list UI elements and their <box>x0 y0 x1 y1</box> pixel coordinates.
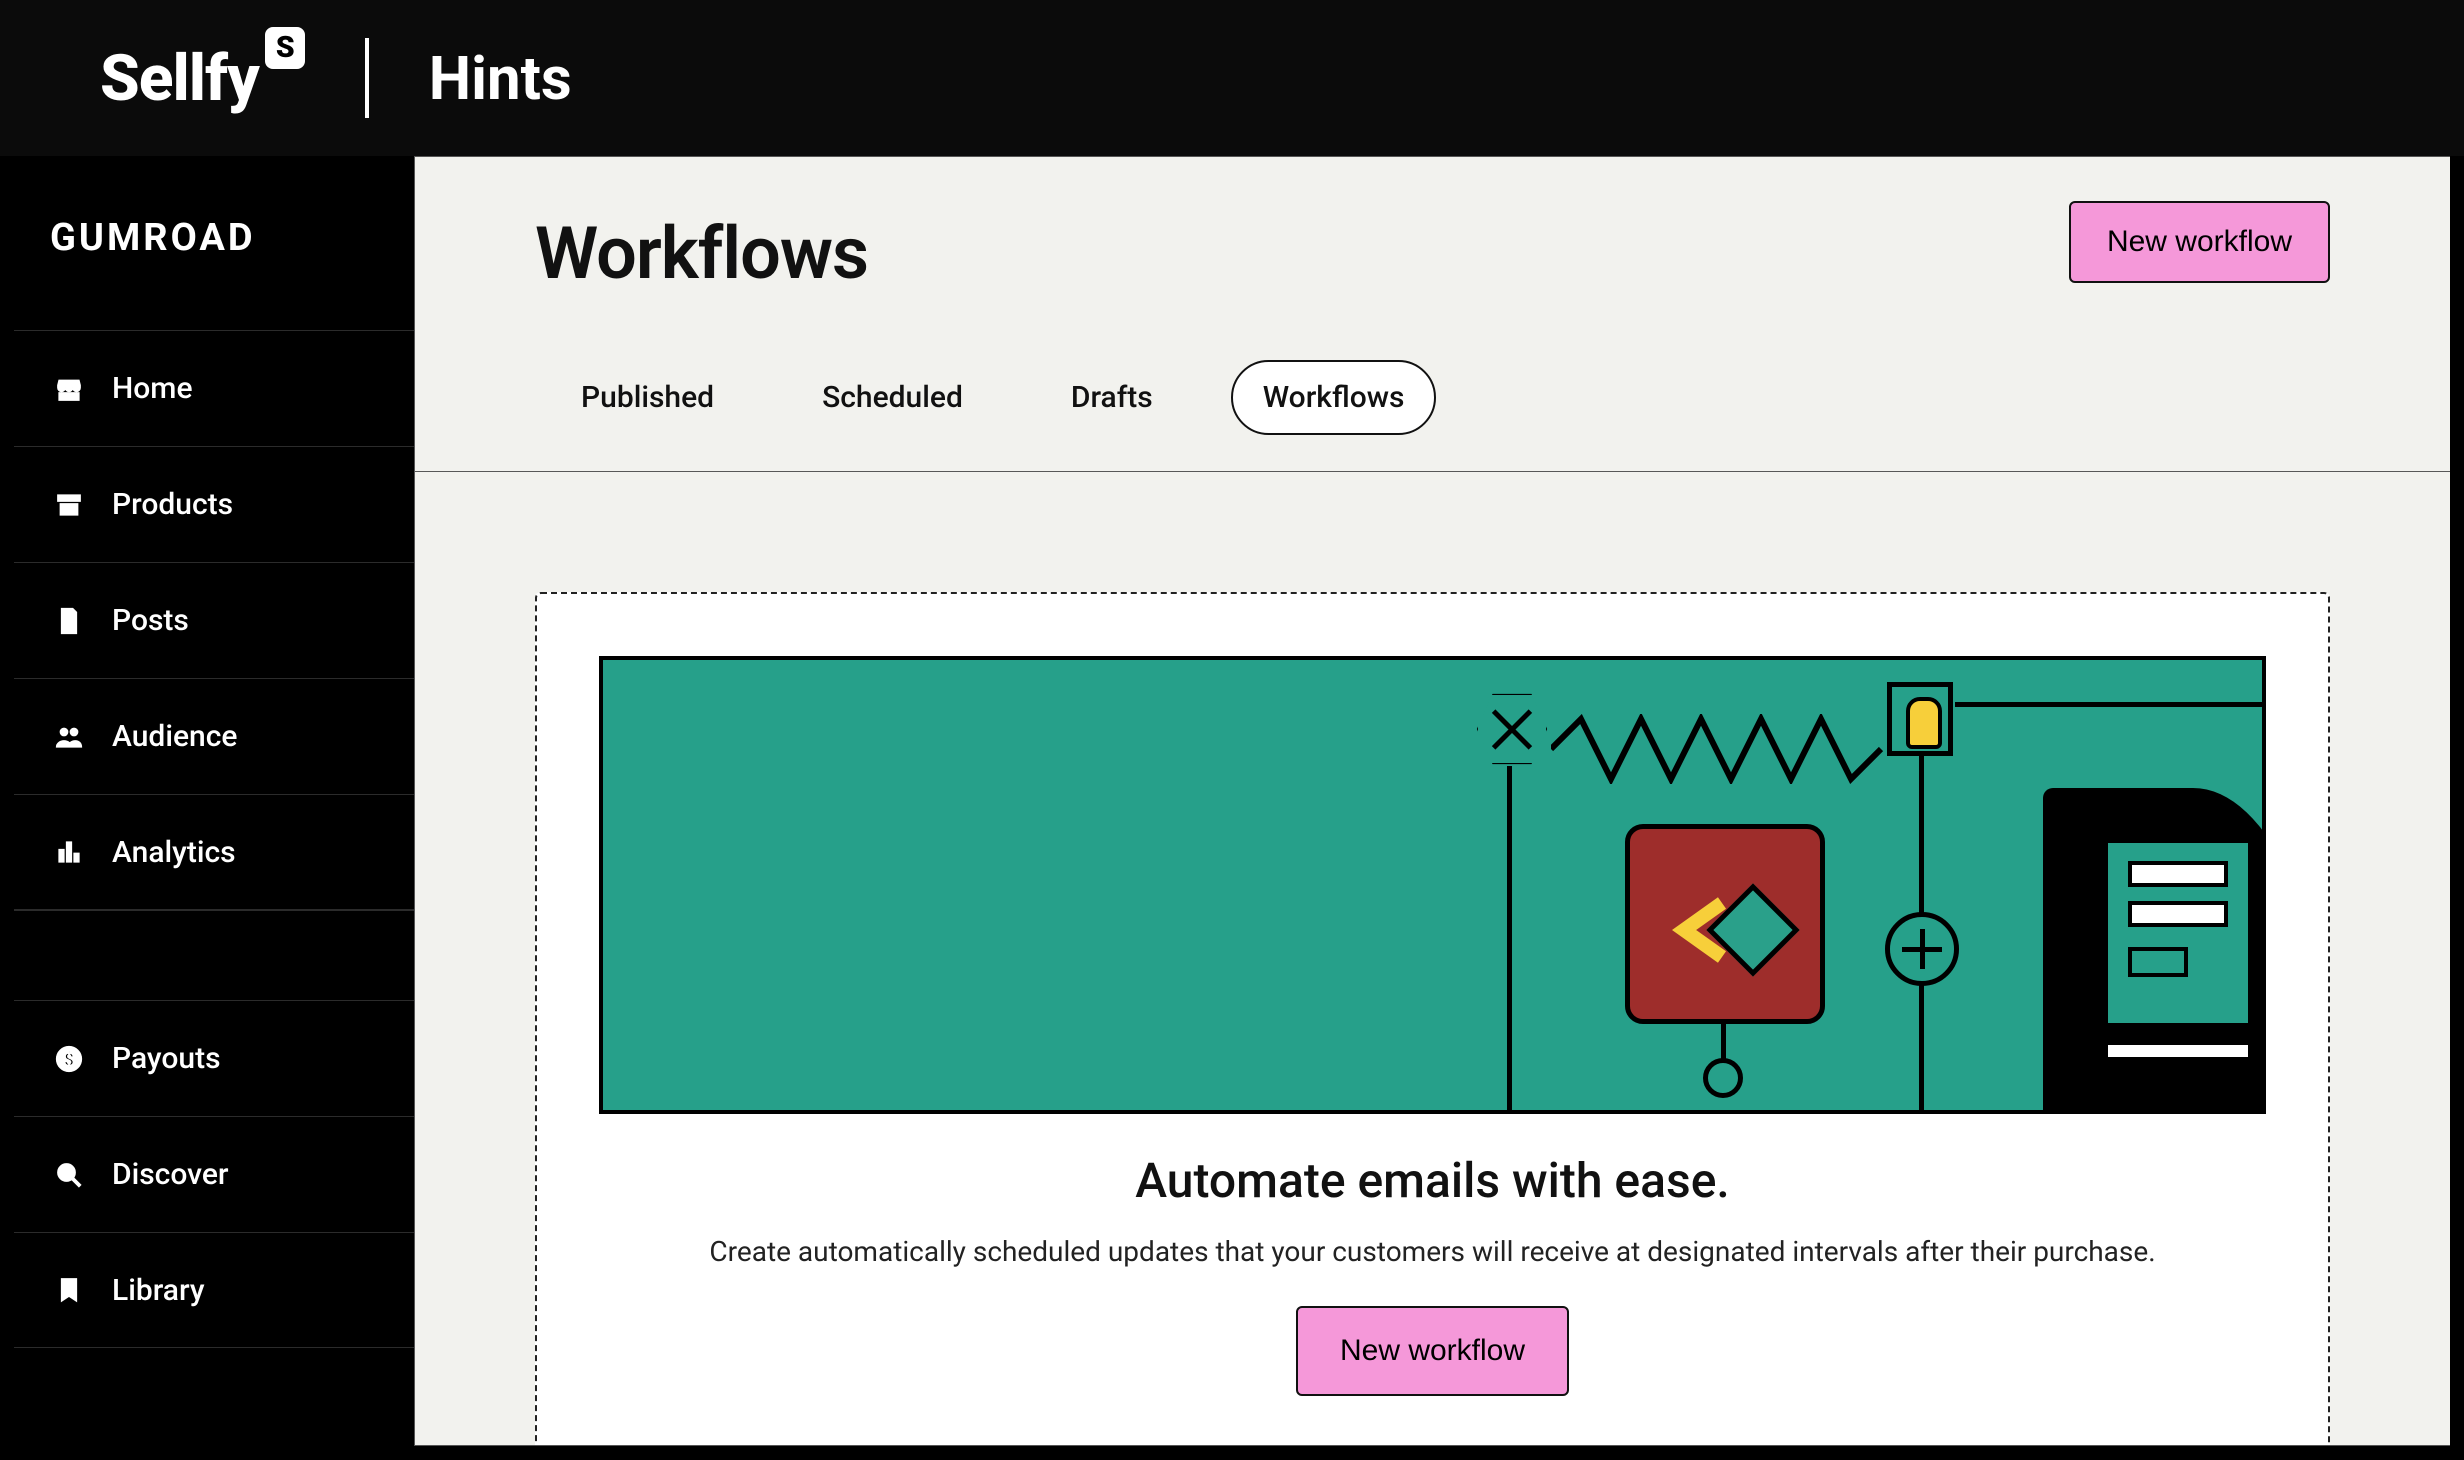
empty-state-card: Automate emails with ease. Create automa… <box>535 592 2330 1446</box>
content-area: Automate emails with ease. Create automa… <box>415 472 2450 1446</box>
empty-state-new-workflow-button[interactable]: New workflow <box>1296 1306 1569 1396</box>
sidebar-item-payouts[interactable]: $ Payouts <box>14 1000 414 1116</box>
people-icon <box>54 722 84 752</box>
sidebar: GUMROAD Home Products <box>14 156 414 1446</box>
search-icon <box>54 1160 84 1190</box>
kiosk-icon <box>2043 788 2266 1114</box>
sellfy-badge-icon: S <box>265 27 305 69</box>
sidebar-nav-primary: Home Products Posts <box>14 330 414 910</box>
sidebar-item-label: Library <box>112 1273 205 1308</box>
empty-state-subtitle: Create automatically scheduled updates t… <box>639 1235 2226 1268</box>
external-topbar: Sellfy S Hints <box>0 0 2464 156</box>
sidebar-nav-secondary: $ Payouts Discover Library <box>14 1000 414 1348</box>
new-workflow-button[interactable]: New workflow <box>2069 201 2330 283</box>
tab-workflows[interactable]: Workflows <box>1231 360 1437 435</box>
wire-vertical <box>1507 766 1512 1114</box>
bars-icon <box>54 837 84 867</box>
tab-drafts[interactable]: Drafts <box>1041 362 1183 433</box>
dollar-icon: $ <box>54 1044 84 1074</box>
sidebar-item-library[interactable]: Library <box>14 1232 414 1348</box>
sidebar-item-label: Audience <box>112 719 237 754</box>
sellfy-logo: Sellfy S <box>100 41 305 116</box>
gumroad-logo: GUMROAD <box>14 156 414 330</box>
tab-published[interactable]: Published <box>551 362 744 433</box>
hexagon-x-icon <box>1473 690 1551 768</box>
page-title: Workflows <box>535 211 2330 296</box>
sidebar-item-label: Home <box>112 371 193 406</box>
sidebar-item-label: Discover <box>112 1157 229 1192</box>
node-circle-icon <box>1703 1058 1743 1098</box>
topbar-section-label: Hints <box>429 43 572 114</box>
sidebar-item-label: Payouts <box>112 1041 221 1076</box>
red-tile-icon <box>1625 824 1825 1024</box>
empty-state-title: Automate emails with ease. <box>639 1152 2226 1209</box>
sidebar-item-discover[interactable]: Discover <box>14 1116 414 1232</box>
sidebar-item-label: Products <box>112 487 233 522</box>
bookmark-icon <box>54 1275 84 1305</box>
archive-icon <box>54 490 84 520</box>
store-icon <box>54 374 84 404</box>
workflow-illustration <box>599 656 2266 1114</box>
sidebar-item-audience[interactable]: Audience <box>14 678 414 794</box>
wire-horizontal <box>1955 702 2266 707</box>
sidebar-item-products[interactable]: Products <box>14 446 414 562</box>
empty-state-content: Automate emails with ease. Create automa… <box>599 1114 2266 1396</box>
tabs: Published Scheduled Drafts Workflows <box>415 296 2450 472</box>
plus-circle-icon <box>1885 912 1959 986</box>
topbar-divider <box>365 38 369 118</box>
kiosk-screen-icon <box>2103 838 2253 1028</box>
file-icon <box>54 606 84 636</box>
sidebar-item-home[interactable]: Home <box>14 330 414 446</box>
sidebar-item-posts[interactable]: Posts <box>14 562 414 678</box>
sidebar-gap <box>14 910 414 1000</box>
sidebar-item-analytics[interactable]: Analytics <box>14 794 414 910</box>
sidebar-item-label: Analytics <box>112 835 236 870</box>
sidebar-item-label: Posts <box>112 603 189 638</box>
sellfy-wordmark: Sellfy <box>100 41 259 116</box>
tab-scheduled[interactable]: Scheduled <box>792 362 993 433</box>
lightbulb-icon <box>1887 682 1953 756</box>
svg-text:$: $ <box>64 1049 74 1070</box>
main-panel: Workflows New workflow Published Schedul… <box>414 156 2450 1446</box>
zigzag-wire-icon <box>1551 714 1891 784</box>
page-header: Workflows New workflow <box>415 157 2450 296</box>
